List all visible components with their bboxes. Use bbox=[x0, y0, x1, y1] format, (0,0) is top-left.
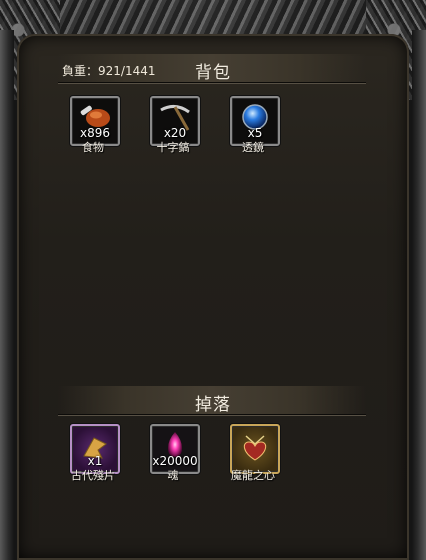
drop-title: 掉落 bbox=[195, 395, 231, 415]
item-count: x20000 bbox=[152, 454, 198, 468]
frame-right-border bbox=[412, 30, 426, 560]
dragon-heart-icon bbox=[243, 435, 267, 461]
item-label: 古代殘片 bbox=[71, 469, 115, 482]
item-label: 十字鎬 bbox=[156, 141, 190, 154]
item-count: x1 bbox=[87, 454, 103, 468]
weight-label: 負重：921/1441 bbox=[62, 64, 156, 78]
item-label: 食物 bbox=[82, 141, 104, 154]
item-label: 魂 bbox=[167, 469, 179, 482]
item-label: 魔龍之心 bbox=[231, 469, 275, 482]
item-label: 透鏡 bbox=[242, 141, 264, 154]
item-count: x896 bbox=[79, 126, 110, 140]
frame-left-border bbox=[0, 30, 14, 560]
item-count: x5 bbox=[247, 126, 263, 140]
item-count: x20 bbox=[163, 126, 187, 140]
